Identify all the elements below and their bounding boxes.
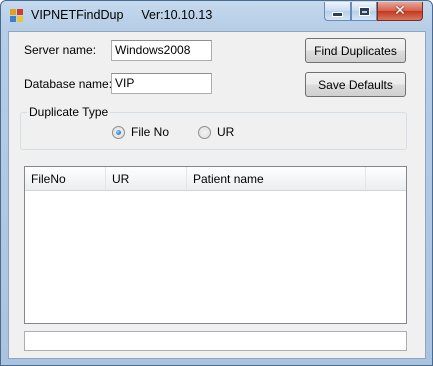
- radio-ur[interactable]: UR: [198, 125, 234, 139]
- column-header-filler: [366, 167, 406, 190]
- app-window: VIPNETFindDup Ver:10.10.13 ✕ Server name:…: [0, 0, 433, 366]
- minimize-icon: [332, 11, 343, 17]
- radio-file-no-circle[interactable]: [112, 125, 125, 139]
- database-name-field[interactable]: VIP: [111, 73, 212, 94]
- radio-file-no[interactable]: File No: [112, 125, 169, 139]
- radio-file-no-label: File No: [131, 125, 170, 139]
- radio-selected-dot: [116, 129, 121, 135]
- minimize-button[interactable]: [324, 2, 351, 21]
- radio-ur-label: UR: [217, 125, 235, 139]
- maximize-icon: [358, 6, 370, 16]
- column-header-patient-name[interactable]: Patient name: [187, 167, 366, 190]
- radio-ur-circle[interactable]: [198, 125, 211, 139]
- status-bar: [24, 331, 407, 351]
- app-icon[interactable]: [10, 9, 24, 23]
- maximize-button[interactable]: [351, 2, 377, 21]
- results-list[interactable]: FileNo UR Patient name: [24, 166, 407, 324]
- results-list-header: FileNo UR Patient name: [25, 167, 406, 191]
- form-client-area: Server name: Windows2008 Database name: …: [8, 31, 426, 359]
- title-bar[interactable]: VIPNETFindDup Ver:10.10.13 ✕: [1, 1, 432, 31]
- server-name-field[interactable]: Windows2008: [111, 40, 212, 61]
- server-name-label: Server name:: [24, 43, 97, 57]
- duplicate-type-title: Duplicate Type: [27, 105, 111, 119]
- column-header-ur[interactable]: UR: [106, 167, 187, 190]
- window-title: VIPNETFindDup Ver:10.10.13: [31, 8, 230, 22]
- column-header-fileno[interactable]: FileNo: [25, 167, 106, 190]
- app-title: VIPNETFindDup: [31, 8, 124, 22]
- close-icon: ✕: [394, 3, 406, 19]
- version-label: Ver:10.10.13: [141, 8, 213, 22]
- save-defaults-button[interactable]: Save Defaults: [305, 72, 406, 97]
- database-name-label: Database name:: [24, 77, 113, 91]
- find-duplicates-button[interactable]: Find Duplicates: [305, 38, 406, 63]
- close-button[interactable]: ✕: [377, 2, 423, 21]
